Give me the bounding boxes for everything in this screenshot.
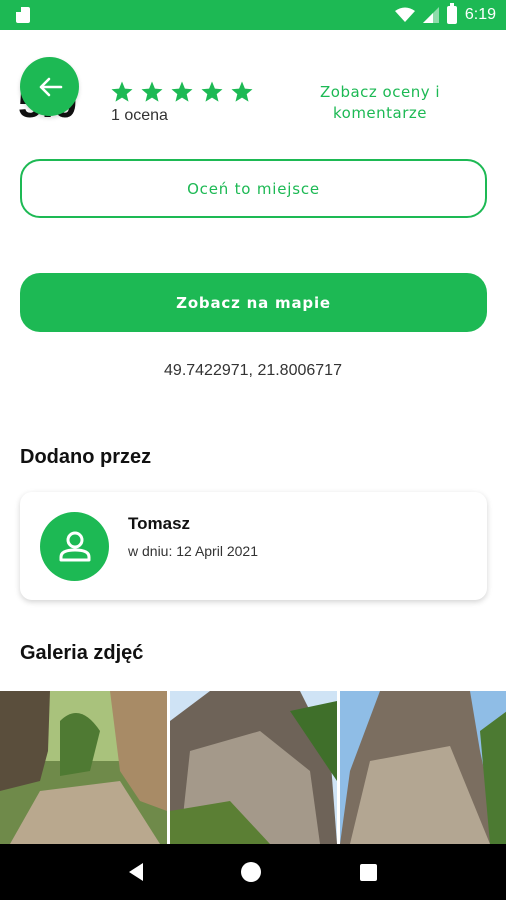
system-nav-bar [0, 844, 506, 900]
back-button[interactable] [20, 57, 79, 116]
gallery-photo[interactable] [0, 691, 167, 844]
arrow-left-icon [39, 77, 62, 96]
gallery-title: Galeria zdjęć [20, 642, 144, 664]
sd-card-icon [16, 7, 30, 23]
star-icon [201, 81, 223, 102]
user-name: Tomasz [128, 514, 191, 533]
star-icon [141, 81, 163, 102]
added-by-title: Dodano przez [20, 446, 152, 468]
see-reviews-link[interactable]: Zobacz oceny i komentarze [300, 82, 460, 124]
star-icon [111, 81, 133, 102]
user-icon [59, 531, 90, 561]
star-icon [231, 81, 253, 102]
status-bar: 6:19 [0, 0, 506, 30]
nav-recents-icon[interactable] [359, 863, 377, 881]
battery-icon [446, 3, 457, 24]
added-date: w dniu: 12 April 2021 [128, 543, 258, 559]
status-icons: 6:19 [394, 0, 496, 30]
nav-back-icon[interactable] [129, 863, 144, 881]
star-rating [110, 80, 254, 104]
cell-signal-icon [422, 7, 439, 23]
view-on-map-button[interactable]: Zobacz na mapie [20, 273, 487, 332]
wifi-icon [394, 7, 415, 22]
photo-gallery [0, 691, 506, 844]
star-icon [171, 81, 193, 102]
status-time: 6:19 [464, 6, 496, 23]
gallery-photo[interactable] [170, 691, 337, 844]
see-reviews-line-2: komentarze [332, 104, 428, 122]
gallery-photo[interactable] [340, 691, 506, 844]
coordinates: 49.7422971, 21.8006717 [164, 362, 342, 379]
nav-home-icon[interactable] [241, 862, 262, 882]
rate-place-button[interactable]: Oceń to miejsce [20, 159, 487, 218]
user-card[interactable]: Tomasz w dniu: 12 April 2021 [20, 492, 487, 600]
see-reviews-line-1: Zobacz oceny i [319, 83, 441, 101]
rating-count: 1 ocena [111, 107, 168, 124]
avatar [40, 512, 109, 581]
